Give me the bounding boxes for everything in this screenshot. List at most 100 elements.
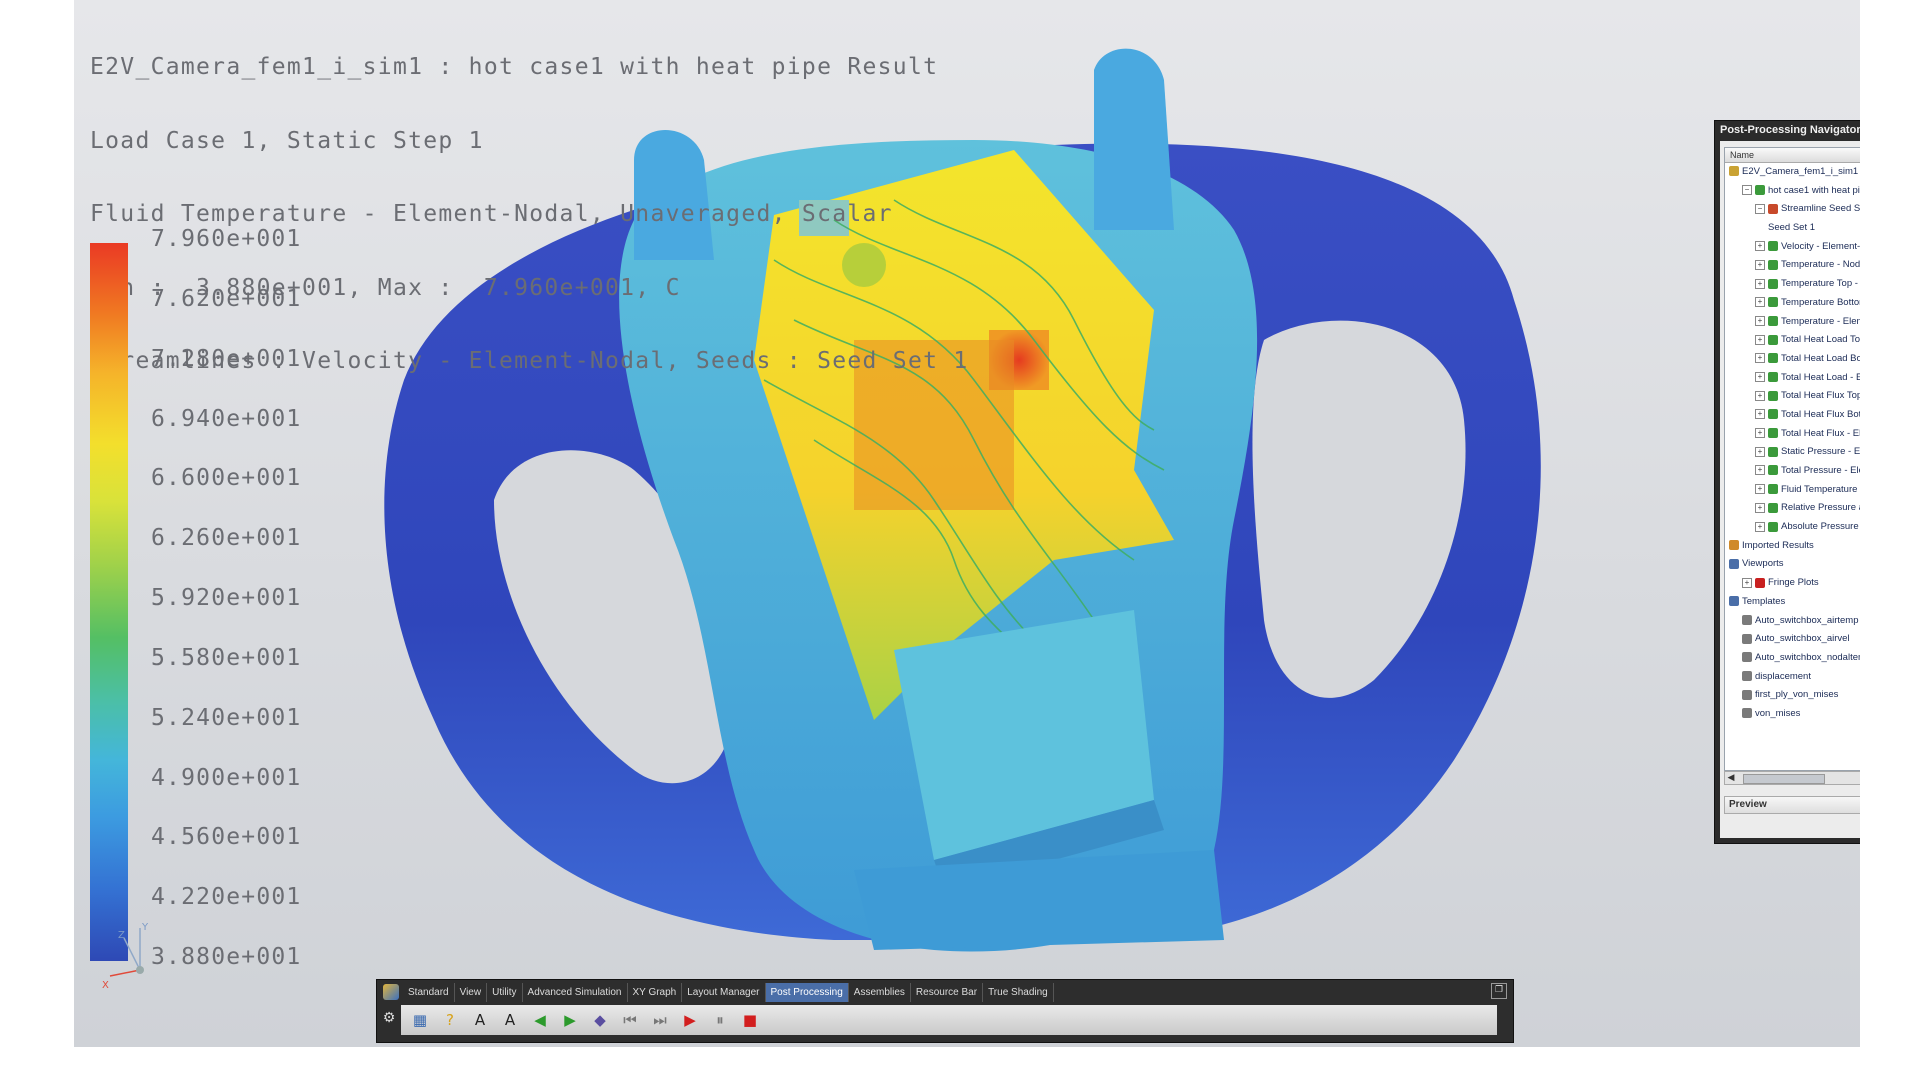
expand-icon[interactable]: + [1755,315,1765,326]
tree-item[interactable]: + Total Pressure - Element... [1725,462,1860,481]
legend-label: 7.960e+001 [151,226,302,252]
tab-resource-bar[interactable]: Resource Bar [911,983,984,1002]
expand-icon[interactable]: + [1755,372,1765,383]
application-logo-icon[interactable] [383,984,399,1000]
tree-item[interactable]: + Temperature Bottom - El... [1725,294,1860,313]
tree-item[interactable]: Auto_switchbox_nodaltemp [1725,649,1860,668]
expand-icon[interactable]: + [1755,297,1765,308]
tree-item[interactable]: Seed Set 1 [1725,219,1860,238]
tab-utility[interactable]: Utility [487,983,523,1002]
expand-icon[interactable]: + [1742,577,1752,588]
horizontal-scrollbar[interactable]: ◀ ▶ [1724,771,1860,785]
expand-icon[interactable]: + [1755,465,1765,476]
play-icon[interactable]: ▶ [679,1009,701,1031]
expand-icon[interactable]: + [1755,390,1765,401]
tree-item[interactable]: + Velocity - Element-Nodal [1725,238,1860,257]
tree-item[interactable]: Templates [1725,593,1860,612]
expand-icon[interactable]: + [1755,241,1765,252]
tree-item[interactable]: + Total Heat Load Bottom ... [1725,350,1860,369]
annotation-icon[interactable]: A [469,1009,491,1031]
tree-node-icon [1768,502,1778,513]
results-icon[interactable]: ▦ [409,1009,431,1031]
tree-item[interactable]: + Static Pressure - Elemen... [1725,443,1860,462]
tree-item[interactable]: + Temperature - Elemental [1725,313,1860,332]
color-legend-bar [90,243,128,961]
text-icon[interactable]: A [499,1009,521,1031]
tab-true-shading[interactable]: True Shading [983,983,1054,1002]
tree-item[interactable]: von_mises [1725,705,1860,724]
graphics-viewport[interactable]: E2V_Camera_fem1_i_sim1 : hot case1 with … [74,0,1860,1047]
tree-item[interactable]: + Absolute Pressure and ... [1725,518,1860,537]
tree-item[interactable]: + Temperature - Nodal [1725,256,1860,275]
tree-item-label: Viewports [1742,558,1784,570]
tree-node-icon [1768,446,1778,457]
collapse-icon[interactable]: − [1755,203,1765,214]
tree-node-icon [1768,315,1778,326]
tree-item[interactable]: + Total Heat Flux - Elemen... [1725,425,1860,444]
tree-item[interactable]: Viewports [1725,555,1860,574]
tree-item-label: Imported Results [1742,539,1814,551]
navigator-title[interactable]: Post-Processing Navigator [1715,121,1860,139]
next-arrow-icon[interactable]: ▶ [559,1009,581,1031]
tree-item[interactable]: + Fluid Temperature - Ele... [1725,481,1860,500]
tree-item[interactable]: Auto_switchbox_airtemp [1725,612,1860,631]
scrollbar-thumb[interactable] [1743,774,1825,784]
gear-icon[interactable]: ⚙ [381,1010,397,1026]
tree-item[interactable]: + Fringe Plots [1725,574,1860,593]
expand-icon[interactable]: + [1755,409,1765,420]
tree-item[interactable]: − hot case1 with heat pipe [1725,182,1860,201]
restore-icon[interactable]: ❐ [1491,983,1507,999]
tab-post-processing[interactable]: Post Processing [765,983,849,1002]
legend-label: 5.240e+001 [151,704,302,731]
animation-icon[interactable]: ◆ [589,1009,611,1031]
expand-icon[interactable]: + [1755,521,1765,532]
expand-icon[interactable]: + [1755,446,1765,457]
tree-node-icon [1768,278,1778,289]
column-header-name[interactable]: Name [1725,148,1860,163]
tree-item-label: Absolute Pressure and ... [1781,521,1860,533]
tree-item[interactable]: + Total Heat Flux Top - Ele... [1725,387,1860,406]
tree-item[interactable]: displacement [1725,668,1860,687]
tab-view[interactable]: View [455,983,488,1002]
tree-item-label: Auto_switchbox_nodaltemp [1755,651,1860,663]
tree-item[interactable]: first_ply_von_mises [1725,686,1860,705]
expand-icon[interactable]: + [1755,259,1765,270]
expand-icon[interactable]: + [1755,334,1765,345]
tree-item-label: Seed Set 1 [1768,222,1816,234]
expand-icon[interactable]: + [1755,484,1765,495]
help-icon[interactable]: ? [439,1009,461,1031]
axis-triad-icon: Y Z X [102,922,149,991]
collapse-icon[interactable]: − [1742,185,1752,196]
expand-icon[interactable]: + [1755,278,1765,289]
tree-item-label: Temperature - Elemental [1781,315,1860,327]
tab-layout-manager[interactable]: Layout Manager [682,983,766,1002]
tab-xy-graph[interactable]: XY Graph [628,983,683,1002]
step-forward-icon[interactable]: ⏭ [649,1009,671,1031]
tab-advanced-simulation[interactable]: Advanced Simulation [523,983,628,1002]
pause-icon[interactable]: ⏸ [709,1009,731,1031]
tab-standard[interactable]: Standard [403,983,455,1002]
previous-arrow-icon[interactable]: ◀ [529,1009,551,1031]
tree-item[interactable]: + Total Heat Load - Eleme... [1725,369,1860,388]
scroll-left-icon[interactable]: ◀ [1725,772,1737,784]
tree-item[interactable]: + Total Heat Load Top - El... [1725,331,1860,350]
preview-panel-header[interactable]: Preview ⌄ [1724,796,1860,814]
tree-item[interactable]: + Total Heat Flux Bottom -... [1725,406,1860,425]
tree-item[interactable]: + Temperature Top - Elem... [1725,275,1860,294]
tree-item[interactable]: E2V_Camera_fem1_i_sim1 [1725,163,1860,182]
tree-item-label: Temperature Bottom - El... [1781,296,1860,308]
tree-item[interactable]: + Relative Pressure and S... [1725,499,1860,518]
tree-item-label: Total Heat Flux Top - Ele... [1781,390,1860,402]
expand-icon[interactable]: + [1755,353,1765,364]
tree-item[interactable]: − Streamline Seed Sets [1725,200,1860,219]
right-mount-post [1094,48,1174,230]
tree-item[interactable]: Auto_switchbox_airvel [1725,630,1860,649]
tab-assemblies[interactable]: Assemblies [849,983,911,1002]
navigator-tree[interactable]: Name E2V_Camera_fem1_i_sim1− hot case1 wi… [1724,147,1860,771]
stop-icon[interactable]: ■ [739,1009,761,1031]
first-frame-icon[interactable]: ⏮ [619,1009,641,1031]
tree-item[interactable]: Imported Results [1725,537,1860,556]
expand-icon[interactable]: + [1755,428,1765,439]
expand-icon[interactable]: + [1755,502,1765,513]
post-processing-navigator[interactable]: Post-Processing Navigator ✕ Name E2V_Cam… [1714,120,1860,844]
